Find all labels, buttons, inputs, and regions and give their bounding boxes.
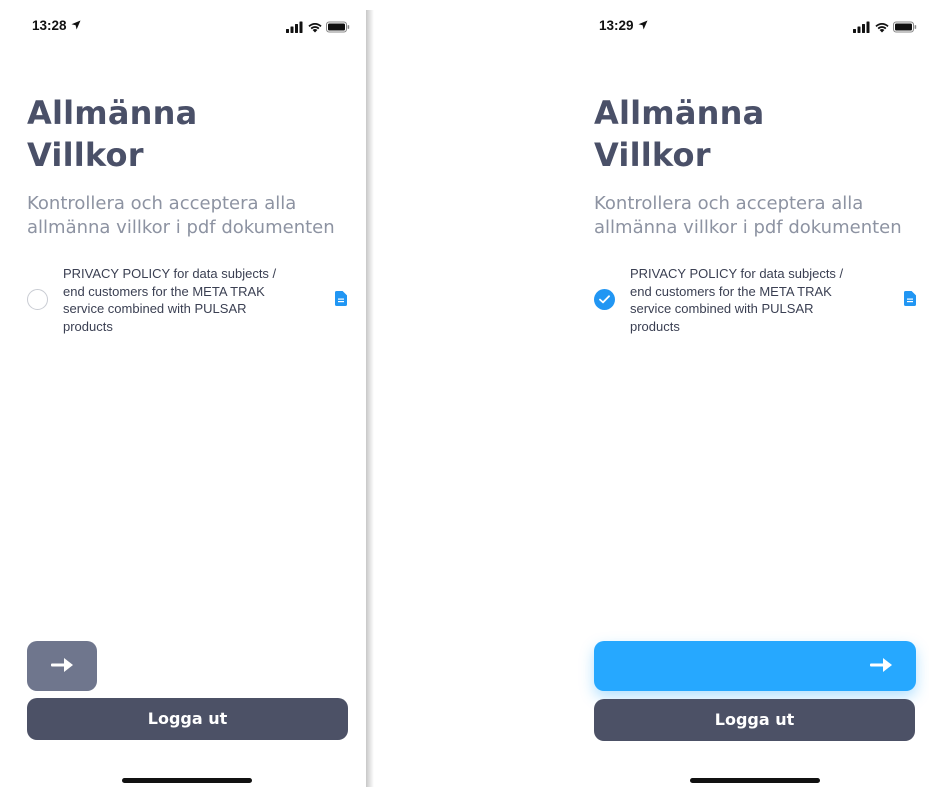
wifi-icon [308,23,322,33]
home-indicator [690,778,820,783]
home-indicator [122,778,252,783]
document-title-line: products [63,318,113,334]
logout-button[interactable]: Logga ut [27,698,348,740]
document-title-line: service combined with PULSAR [630,301,814,316]
cellular-signal-icon [286,21,303,33]
status-bar: 13:28 [0,14,370,38]
arrow-right-icon [51,658,73,672]
document-item-privacy-policy[interactable]: PRIVACY POLICY for data subjects / end c… [0,265,370,337]
checkmark-icon [599,295,610,304]
page-title-line: Allmänna [27,94,198,132]
terms-screen-unaccepted: 13:28 Allmänna Villkor Kontrollera och a… [0,0,370,787]
status-icons [853,21,917,33]
battery-icon [893,21,917,33]
accept-radio[interactable] [594,289,615,310]
subtitle-line: Kontrollera och acceptera alla [27,193,297,214]
next-button[interactable] [27,641,97,691]
page-title: Allmänna Villkor [27,92,197,176]
next-button[interactable] [594,641,916,691]
document-title-line: end customers for the META TRAK [63,283,265,299]
battery-icon [326,21,350,33]
status-time: 13:29 [599,18,634,33]
document-icon[interactable] [904,291,916,306]
document-title-line: PRIVACY POLICY for data subjects / [630,266,844,281]
location-arrow-icon [71,20,81,30]
status-bar: 13:29 [567,14,929,38]
page-title-line: Allmänna [594,94,765,132]
terms-screen-accepted: 13:29 Allmänna Villkor Kontrollera och a… [567,0,929,787]
subtitle-line: allmänna villkor i pdf dokumenten [27,217,335,238]
logout-button[interactable]: Logga ut [594,699,915,741]
page-subtitle: Kontrollera och acceptera alla allmänna … [594,192,924,240]
document-title-line: service combined with PULSAR [63,301,247,316]
status-icons [286,21,350,33]
status-time: 13:28 [32,18,67,33]
arrow-right-icon [870,658,892,672]
document-title[interactable]: PRIVACY POLICY for data subjects / end c… [63,265,313,335]
divider-shadow [366,10,374,787]
document-title[interactable]: PRIVACY POLICY for data subjects / end c… [630,265,880,335]
document-item-privacy-policy[interactable]: PRIVACY POLICY for data subjects / end c… [567,265,929,337]
location-arrow-icon [638,20,648,30]
document-title-line: PRIVACY POLICY for data subjects / [63,266,277,281]
wifi-icon [875,23,889,33]
cellular-signal-icon [853,21,870,33]
accept-radio[interactable] [27,289,48,310]
page-title-line: Villkor [27,136,144,174]
page-title: Allmänna Villkor [594,92,764,176]
gap [374,0,567,787]
subtitle-line: allmänna villkor i pdf dokumenten [594,217,902,238]
document-title-line: products [630,318,680,334]
subtitle-line: Kontrollera och acceptera alla [594,193,864,214]
page-subtitle: Kontrollera och acceptera alla allmänna … [27,192,357,240]
document-title-line: end customers for the META TRAK [630,283,832,299]
page-title-line: Villkor [594,136,711,174]
document-icon[interactable] [335,291,347,306]
